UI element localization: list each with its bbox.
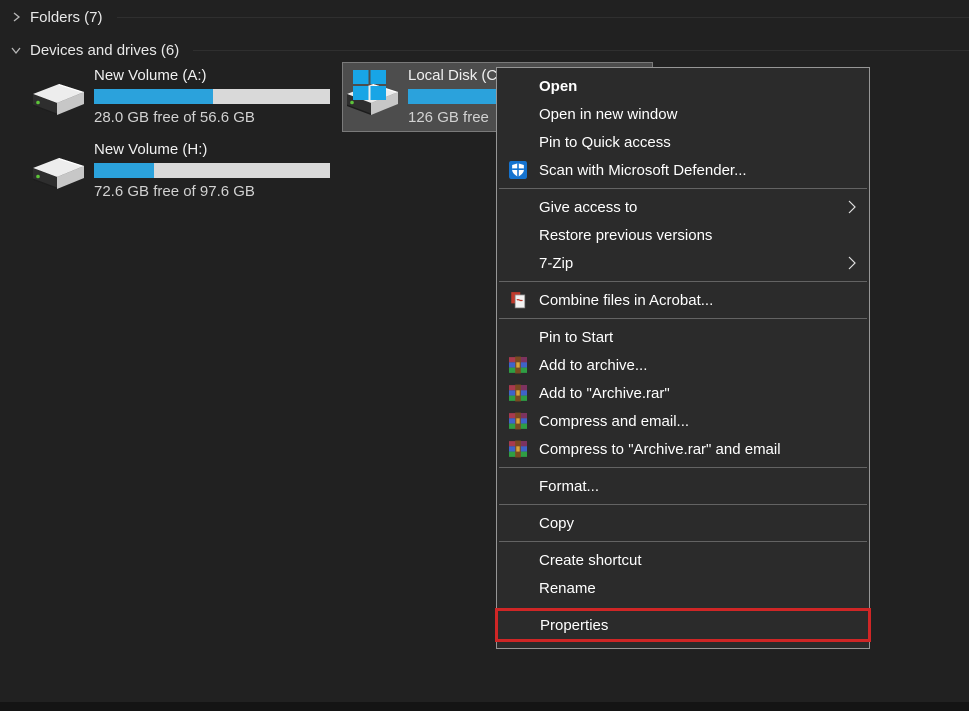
menu-item-add-to-archive-rar[interactable]: Add to "Archive.rar" <box>497 379 869 407</box>
windows-logo-icon <box>352 68 388 102</box>
winrar-icon <box>508 356 528 374</box>
menu-item-label: Scan with Microsoft Defender... <box>539 162 747 179</box>
annotation-highlight-box: Properties <box>495 608 871 642</box>
menu-separator <box>499 504 867 505</box>
menu-item-pin-to-quick-access[interactable]: Pin to Quick access <box>497 128 869 156</box>
menu-separator <box>499 541 867 542</box>
menu-item-open[interactable]: Open <box>497 72 869 100</box>
hard-drive-icon <box>28 76 88 122</box>
menu-item-scan-with-defender[interactable]: Scan with Microsoft Defender... <box>497 156 869 184</box>
menu-item-format[interactable]: Format... <box>497 472 869 500</box>
menu-item-label: Pin to Start <box>539 329 613 346</box>
menu-item-rename[interactable]: Rename <box>497 574 869 602</box>
capacity-bar <box>94 163 330 178</box>
menu-item-label: Open <box>539 78 577 95</box>
drive-tile-new-volume-a[interactable]: New Volume (A:) 28.0 GB free of 56.6 GB <box>28 62 339 132</box>
icon-spacer <box>508 551 528 569</box>
drive-free-space: 72.6 GB free of 97.6 GB <box>94 183 339 200</box>
section-divider <box>117 17 969 18</box>
section-header-devices[interactable]: Devices and drives (6) <box>10 40 969 60</box>
menu-separator <box>499 281 867 282</box>
menu-item-seven-zip[interactable]: 7-Zip <box>497 249 869 277</box>
menu-item-label: Format... <box>539 478 599 495</box>
menu-item-label: Compress to "Archive.rar" and email <box>539 441 781 458</box>
menu-item-open-in-new-window[interactable]: Open in new window <box>497 100 869 128</box>
menu-item-label: Restore previous versions <box>539 227 712 244</box>
menu-item-properties[interactable]: Properties <box>498 611 868 639</box>
capacity-bar-fill <box>94 163 154 178</box>
drive-icon <box>28 62 94 132</box>
menu-item-combine-files-in-acrobat[interactable]: Combine files in Acrobat... <box>497 286 869 314</box>
icon-spacer <box>508 254 528 272</box>
menu-item-label: Create shortcut <box>539 552 642 569</box>
icon-spacer <box>508 328 528 346</box>
menu-item-create-shortcut[interactable]: Create shortcut <box>497 546 869 574</box>
drive-icon <box>342 62 408 132</box>
icon-spacer <box>508 77 528 95</box>
section-divider <box>193 50 969 51</box>
menu-item-label: Add to "Archive.rar" <box>539 385 670 402</box>
menu-item-compress-and-email[interactable]: Compress and email... <box>497 407 869 435</box>
winrar-icon <box>508 440 528 458</box>
section-label: Folders (7) <box>30 9 103 26</box>
menu-item-label: Combine files in Acrobat... <box>539 292 713 309</box>
menu-item-label: Give access to <box>539 199 637 216</box>
drive-icon <box>28 136 94 206</box>
acrobat-combine-icon <box>508 291 528 309</box>
icon-spacer <box>508 105 528 123</box>
menu-item-add-to-archive[interactable]: Add to archive... <box>497 351 869 379</box>
menu-item-label: Copy <box>539 515 574 532</box>
drive-name: New Volume (A:) <box>94 67 339 85</box>
icon-spacer <box>508 514 528 532</box>
icon-spacer <box>508 133 528 151</box>
menu-item-label: Add to archive... <box>539 357 647 374</box>
icon-spacer <box>509 616 529 634</box>
bottom-edge-strip <box>0 702 969 711</box>
menu-item-give-access-to[interactable]: Give access to <box>497 193 869 221</box>
menu-item-label: 7-Zip <box>539 255 573 272</box>
menu-item-label: Properties <box>540 617 608 634</box>
menu-item-label: Compress and email... <box>539 413 689 430</box>
drive-free-space: 28.0 GB free of 56.6 GB <box>94 109 339 126</box>
hard-drive-icon <box>28 150 88 196</box>
icon-spacer <box>508 226 528 244</box>
capacity-bar-fill <box>94 89 213 104</box>
submenu-arrow-icon <box>845 199 859 219</box>
context-menu: Open Open in new window Pin to Quick acces… <box>496 67 870 649</box>
drive-name: New Volume (H:) <box>94 141 339 159</box>
menu-separator <box>499 467 867 468</box>
menu-separator <box>499 318 867 319</box>
submenu-arrow-icon <box>845 255 859 275</box>
icon-spacer <box>508 198 528 216</box>
winrar-icon <box>508 384 528 402</box>
menu-separator <box>499 188 867 189</box>
chevron-right-icon <box>10 11 22 23</box>
menu-item-compress-to-archive-rar-and-email[interactable]: Compress to "Archive.rar" and email <box>497 435 869 463</box>
capacity-bar <box>94 89 330 104</box>
menu-item-restore-previous-versions[interactable]: Restore previous versions <box>497 221 869 249</box>
menu-item-label: Open in new window <box>539 106 677 123</box>
chevron-down-icon <box>10 44 22 56</box>
section-label: Devices and drives (6) <box>30 42 179 59</box>
section-header-folders[interactable]: Folders (7) <box>10 7 969 27</box>
defender-shield-icon <box>508 161 528 179</box>
menu-item-pin-to-start[interactable]: Pin to Start <box>497 323 869 351</box>
menu-item-label: Pin to Quick access <box>539 134 671 151</box>
menu-item-label: Rename <box>539 580 596 597</box>
drive-tile-new-volume-h[interactable]: New Volume (H:) 72.6 GB free of 97.6 GB <box>28 136 339 206</box>
menu-item-copy[interactable]: Copy <box>497 509 869 537</box>
icon-spacer <box>508 477 528 495</box>
icon-spacer <box>508 579 528 597</box>
winrar-icon <box>508 412 528 430</box>
